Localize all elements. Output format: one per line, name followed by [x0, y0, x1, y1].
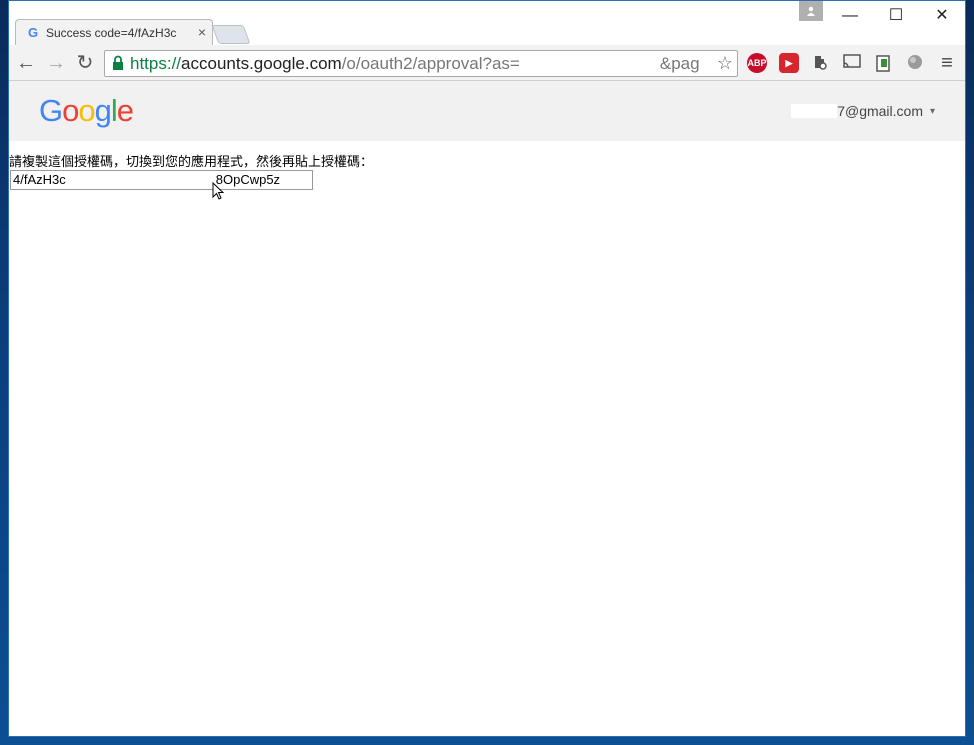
authorization-code-field[interactable]: 4/fAzH3c 8OpCwp5z: [10, 170, 313, 190]
new-tab-button[interactable]: [211, 25, 251, 44]
tab-success-code[interactable]: G Success code=4/fAzH3c ×: [15, 19, 213, 46]
lock-icon: [113, 55, 123, 70]
close-window-button[interactable]: ✕: [919, 1, 965, 31]
forward-button[interactable]: →: [44, 51, 68, 75]
bookmark-star-icon[interactable]: ☆: [717, 53, 733, 74]
adblock-plus-icon[interactable]: ABP: [747, 53, 767, 73]
google-favicon-icon: G: [28, 25, 39, 40]
address-bar[interactable]: https://accounts.google.com/o/oauth2/app…: [104, 50, 738, 77]
cast-icon[interactable]: [842, 53, 862, 73]
tab-title: Success code=4/fAzH3c: [46, 26, 177, 40]
browser-toolbar: ← → ↻ https://accounts.google.com/o/oaut…: [9, 45, 965, 81]
profile-icon[interactable]: [799, 1, 823, 21]
clipboard-icon[interactable]: [873, 53, 893, 73]
url-text: https://accounts.google.com/o/oauth2/app…: [130, 54, 700, 73]
tab-close-icon[interactable]: ×: [198, 24, 206, 40]
account-email[interactable]: 7@gmail.com: [791, 103, 923, 119]
maximize-button[interactable]: ☐: [873, 1, 919, 31]
instruction-text: 請複製這個授權碼，切換到您的應用程式，然後再貼上授權碼：: [9, 155, 374, 170]
title-bar: G Success code=4/fAzH3c × — ☐ ✕: [9, 1, 965, 46]
account-dropdown-icon[interactable]: ▾: [930, 103, 935, 121]
back-button[interactable]: ←: [14, 51, 38, 75]
globe-icon[interactable]: [905, 53, 925, 73]
mouse-cursor-icon: [212, 182, 224, 200]
chrome-menu-icon[interactable]: ≡: [937, 51, 957, 75]
play-extension-icon[interactable]: ▶: [779, 53, 799, 73]
reload-button[interactable]: ↻: [73, 51, 97, 75]
minimize-button[interactable]: —: [827, 1, 873, 31]
google-header: Google 7@gmail.com ▾: [9, 81, 965, 141]
google-logo: Google: [39, 93, 134, 128]
extension-icon[interactable]: [810, 53, 830, 73]
browser-window: G Success code=4/fAzH3c × — ☐ ✕ ← → ↻ ht…: [8, 0, 966, 737]
